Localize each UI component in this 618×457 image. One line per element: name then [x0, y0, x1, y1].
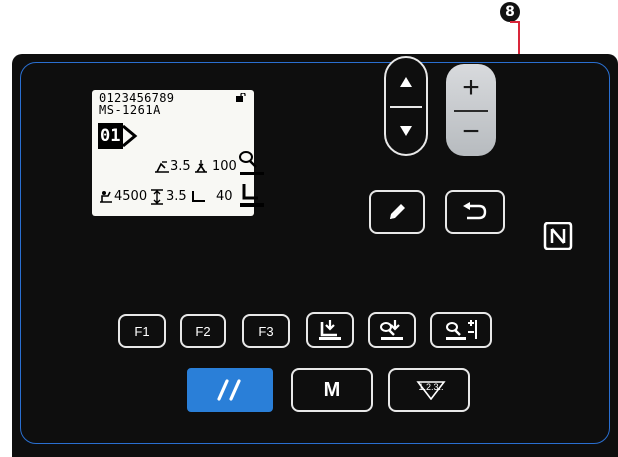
arrow-down-icon — [400, 126, 412, 136]
feed-value: 40 — [216, 189, 233, 204]
minus-button[interactable]: − — [446, 112, 496, 156]
presser-foot-icon — [240, 184, 264, 207]
pencil-icon — [390, 204, 405, 219]
speed-value: 4500 — [114, 189, 148, 204]
reverse-stitch-icon — [446, 320, 477, 340]
callout-number: 8 — [500, 2, 520, 22]
reset-button[interactable] — [187, 368, 273, 412]
needle-down-button[interactable] — [368, 312, 416, 348]
arrow-up-icon — [400, 77, 412, 87]
counter-label: 1.2.3.. — [418, 382, 444, 392]
f1-button[interactable]: F1 — [118, 314, 166, 348]
speed-icon — [100, 191, 112, 203]
reverse-stitch-button[interactable] — [430, 312, 492, 348]
f2-button[interactable]: F2 — [180, 314, 226, 348]
control-panel: 0123456789 MS-1261A 01 3.5 100 4500 3.5 … — [12, 54, 618, 457]
feed-icon — [192, 191, 205, 202]
lcd-screen: 0123456789 MS-1261A 01 3.5 100 4500 3.5 … — [92, 90, 264, 216]
up-button[interactable] — [386, 58, 426, 106]
needle-down-icon — [380, 320, 403, 340]
counter-button[interactable]: 1.2.3.. — [388, 368, 470, 412]
plus-button[interactable]: + — [446, 66, 496, 110]
f3-button[interactable]: F3 — [242, 314, 290, 348]
m-button[interactable]: M — [291, 368, 373, 412]
pattern-badge: 01 — [98, 123, 138, 149]
needle-up-icon — [239, 151, 264, 175]
double-slash-icon — [217, 379, 241, 401]
nfc-icon — [543, 222, 573, 250]
up-down-key — [384, 56, 428, 156]
presser-foot-lift-button[interactable] — [306, 312, 354, 348]
down-button[interactable] — [386, 108, 426, 154]
presser-count-value: 100 — [212, 159, 237, 174]
lcd-model-name: MS-1261A — [99, 103, 161, 117]
pattern-number: 01 — [100, 126, 121, 146]
return-icon — [463, 202, 487, 220]
thread-tension-value: 3.5 — [170, 159, 191, 174]
stitch-length-icon — [151, 189, 163, 205]
plus-minus-key: + − — [446, 64, 496, 156]
return-button[interactable] — [445, 190, 505, 234]
stitch-length-value: 3.5 — [166, 189, 187, 204]
presser-count-icon — [195, 160, 207, 173]
lock-icon — [236, 93, 246, 102]
thread-tension-icon — [155, 161, 169, 173]
edit-button[interactable] — [369, 190, 425, 234]
presser-foot-lift-icon — [319, 320, 341, 340]
